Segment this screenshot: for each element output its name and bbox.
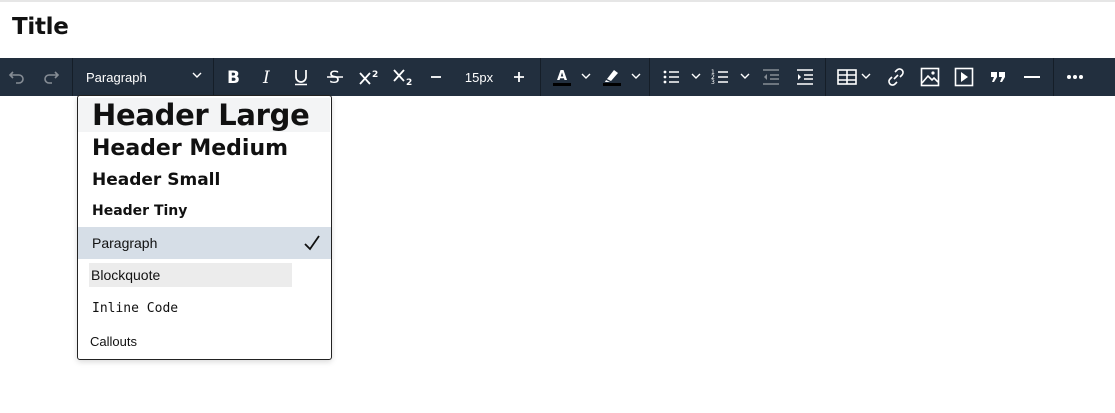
numbered-list-button[interactable]: 123 (708, 58, 732, 96)
table-dropdown[interactable] (859, 58, 873, 96)
underline-button[interactable] (289, 58, 313, 96)
menu-item-label: Header Small (92, 170, 221, 190)
bold-button[interactable]: B (221, 58, 245, 96)
text-color-dropdown[interactable] (578, 58, 594, 96)
chevron-down-icon (691, 73, 701, 79)
bullet-list-icon (663, 70, 679, 84)
menu-item-header-small[interactable]: Header Small (78, 165, 331, 195)
bullet-list-button[interactable] (659, 58, 683, 96)
underline-icon (295, 70, 307, 86)
undo-icon (8, 71, 24, 84)
indent-icon (797, 69, 813, 85)
indent-button[interactable] (793, 58, 817, 96)
increase-font-icon (514, 72, 524, 82)
block-format-menu: Header Large Header Medium Header Small … (77, 95, 332, 360)
table-button[interactable] (835, 58, 859, 96)
more-icon (1067, 75, 1083, 79)
toolbar-separator (649, 58, 650, 96)
chevron-down-icon (740, 73, 750, 79)
toolbar-separator (213, 58, 214, 96)
menu-item-label: Paragraph (92, 235, 158, 251)
image-icon (920, 67, 940, 87)
strikethrough-icon: S (327, 68, 343, 86)
svg-text:A: A (557, 69, 567, 84)
menu-item-label: Header Tiny (92, 203, 188, 219)
italic-button[interactable]: I (255, 58, 279, 96)
menu-item-blockquote[interactable]: Blockquote (89, 263, 292, 287)
bold-icon: B (227, 68, 240, 86)
italic-icon: I (262, 68, 270, 86)
chevron-down-icon (631, 73, 641, 79)
text-color-button[interactable]: A (548, 58, 576, 96)
more-button[interactable] (1063, 58, 1087, 96)
toolbar-separator (540, 58, 541, 96)
subscript-button[interactable]: 2 (390, 58, 416, 96)
chevron-down-icon (192, 72, 202, 78)
block-format-value: Paragraph (86, 69, 147, 85)
svg-text:2: 2 (406, 78, 412, 86)
chevron-down-icon (861, 73, 871, 79)
document-title[interactable]: Title (12, 14, 69, 40)
menu-item-header-tiny[interactable]: Header Tiny (78, 196, 331, 226)
decrease-font-icon (431, 76, 441, 78)
blockquote-button[interactable] (986, 58, 1010, 96)
checkmark-icon (304, 235, 320, 251)
media-icon (954, 67, 974, 87)
link-button[interactable] (884, 58, 908, 96)
menu-item-label: Header Large (92, 98, 310, 132)
highlight-icon (603, 70, 621, 86)
redo-icon (44, 71, 60, 84)
svg-text:B: B (227, 68, 240, 86)
subscript-icon: 2 (393, 69, 412, 86)
image-button[interactable] (918, 58, 942, 96)
horizontal-rule-icon (1024, 76, 1040, 78)
svg-text:2: 2 (372, 70, 378, 80)
outdent-icon (763, 69, 779, 85)
menu-item-header-medium[interactable]: Header Medium (78, 132, 331, 164)
chevron-down-icon (581, 73, 591, 79)
svg-text:3: 3 (711, 79, 715, 86)
highlight-color-dropdown[interactable] (628, 58, 644, 96)
superscript-button[interactable]: 2 (356, 58, 382, 96)
decrease-font-size-button[interactable] (425, 58, 447, 96)
undo-button[interactable] (4, 58, 30, 96)
font-size-input[interactable]: 15px (456, 58, 502, 96)
highlight-color-button[interactable] (598, 58, 626, 96)
toolbar-separator (825, 58, 826, 96)
toolbar-separator (1053, 58, 1054, 96)
menu-item-callouts[interactable]: Callouts (78, 326, 331, 356)
horizontal-rule-button[interactable] (1020, 58, 1044, 96)
menu-item-header-large[interactable]: Header Large (78, 98, 330, 132)
link-icon (888, 68, 904, 86)
svg-text:I: I (262, 68, 270, 86)
numbered-list-icon: 123 (711, 69, 728, 86)
block-format-select[interactable]: Paragraph (78, 58, 208, 96)
quote-icon (991, 72, 1005, 82)
text-color-icon: A (553, 69, 571, 86)
menu-item-paragraph[interactable]: Paragraph (78, 227, 331, 259)
menu-item-inline-code[interactable]: Inline Code (78, 294, 331, 322)
table-icon (837, 69, 857, 85)
increase-font-size-button[interactable] (508, 58, 530, 96)
strikethrough-button[interactable]: S (323, 58, 347, 96)
outdent-button[interactable] (759, 58, 783, 96)
redo-button[interactable] (38, 58, 64, 96)
bullet-list-dropdown[interactable] (688, 58, 704, 96)
superscript-icon: 2 (359, 70, 378, 85)
menu-item-label: Header Medium (92, 135, 289, 161)
menu-item-label: Callouts (90, 333, 137, 349)
media-button[interactable] (952, 58, 976, 96)
menu-item-label: Inline Code (92, 300, 179, 316)
editor-toolbar: Paragraph B I S 2 2 15px A 1 2 3 (0, 58, 1115, 96)
top-border (0, 0, 1115, 2)
numbered-list-dropdown[interactable] (737, 58, 753, 96)
toolbar-separator (72, 58, 73, 96)
menu-item-label: Blockquote (91, 267, 161, 283)
